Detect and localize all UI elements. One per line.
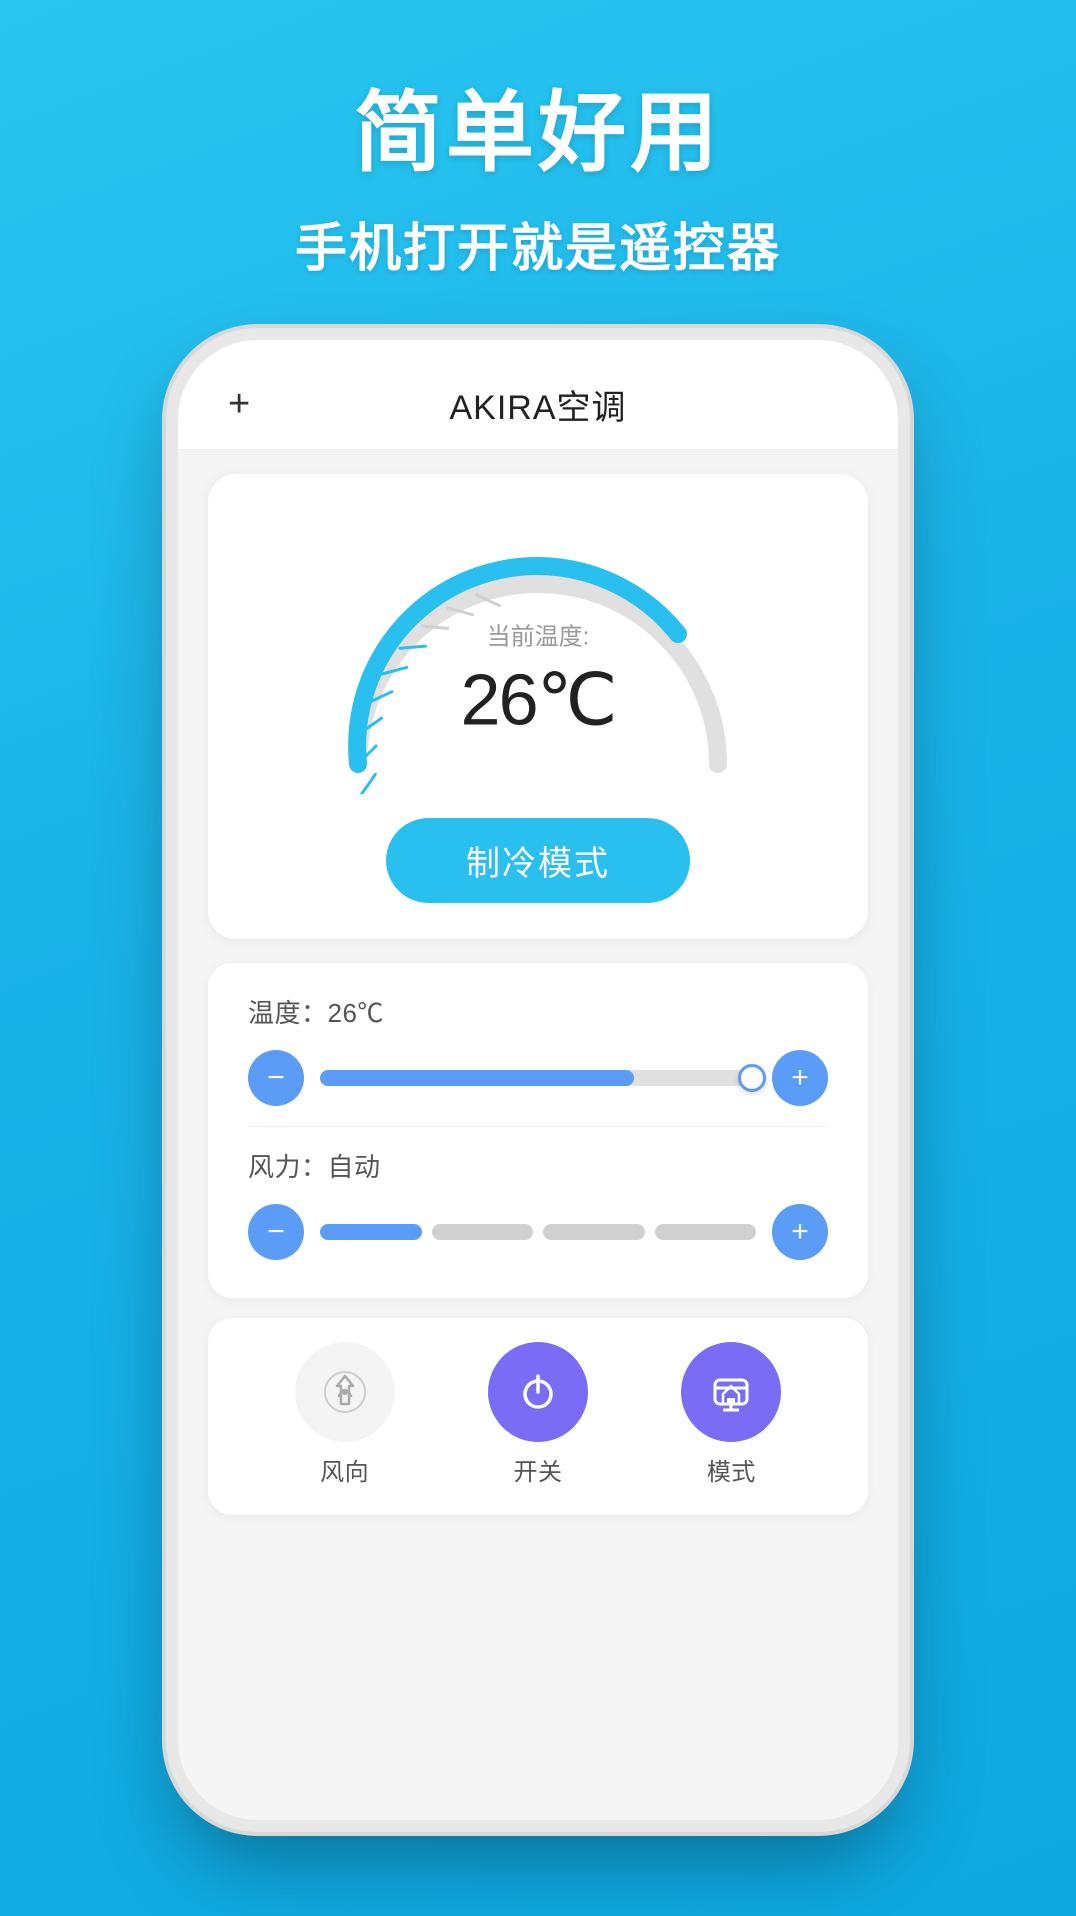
power-icon (512, 1366, 564, 1418)
mode-icon-circle (681, 1342, 781, 1442)
phone-mockup: + AKIRA空调 (178, 340, 898, 1820)
temperature-control: 温度：26℃ − + 风力：自动 (208, 963, 868, 1298)
power-label: 开关 (513, 1452, 562, 1487)
temp-slider-thumb (738, 1064, 766, 1092)
main-title: 简单好用 (0, 80, 1076, 186)
temp-label: 温度：26℃ (248, 993, 828, 1030)
gauge-center-text: 当前温度: 26℃ (461, 617, 616, 742)
temp-slider-row: − + (248, 1050, 828, 1106)
gauge-card: 当前温度: 26℃ 制冷模式 (208, 474, 868, 939)
gauge-label: 当前温度: (461, 617, 616, 652)
temp-plus-button[interactable]: + (772, 1050, 828, 1106)
header: 简单好用 手机打开就是遥控器 (0, 0, 1076, 283)
wind-seg-1 (320, 1224, 422, 1240)
sub-title: 手机打开就是遥控器 (0, 216, 1076, 284)
phone-screen: + AKIRA空调 (178, 340, 898, 1820)
bottom-nav: 风向 开关 (208, 1318, 868, 1515)
nav-item-wind-dir[interactable]: 风向 (295, 1342, 395, 1487)
mode-button[interactable]: 制冷模式 (386, 818, 690, 903)
temp-minus-button[interactable]: − (248, 1050, 304, 1106)
app-topbar: + AKIRA空调 (178, 340, 898, 450)
wind-seg-3 (543, 1224, 645, 1240)
wind-label: 风力：自动 (248, 1147, 828, 1184)
nav-item-power[interactable]: 开关 (488, 1342, 588, 1487)
add-button[interactable]: + (228, 383, 250, 426)
wind-seg-4 (655, 1224, 757, 1240)
power-icon-circle (488, 1342, 588, 1442)
wind-minus-button[interactable]: − (248, 1204, 304, 1260)
wind-dir-icon-circle (295, 1342, 395, 1442)
app-title: AKIRA空调 (449, 380, 626, 429)
plus-icon: + (791, 1063, 809, 1093)
nav-item-mode[interactable]: 模式 (681, 1342, 781, 1487)
wind-minus-icon: − (267, 1217, 285, 1247)
phone-shell: + AKIRA空调 (178, 340, 898, 1820)
minus-icon: − (267, 1063, 285, 1093)
mode-label: 模式 (707, 1452, 756, 1487)
wind-slider-track[interactable] (320, 1224, 756, 1240)
gauge-container: 当前温度: 26℃ (308, 514, 768, 794)
divider (248, 1126, 828, 1127)
mode-icon (705, 1366, 757, 1418)
wind-dir-label: 风向 (320, 1452, 369, 1487)
wind-plus-icon: + (791, 1217, 809, 1247)
wind-plus-button[interactable]: + (772, 1204, 828, 1260)
gauge-value: 26℃ (461, 661, 616, 741)
temp-slider-fill (320, 1070, 634, 1086)
wind-dir-icon (319, 1366, 371, 1418)
wind-slider-row: − + (248, 1204, 828, 1260)
temp-slider-track[interactable] (320, 1070, 756, 1086)
wind-seg-2 (432, 1224, 534, 1240)
